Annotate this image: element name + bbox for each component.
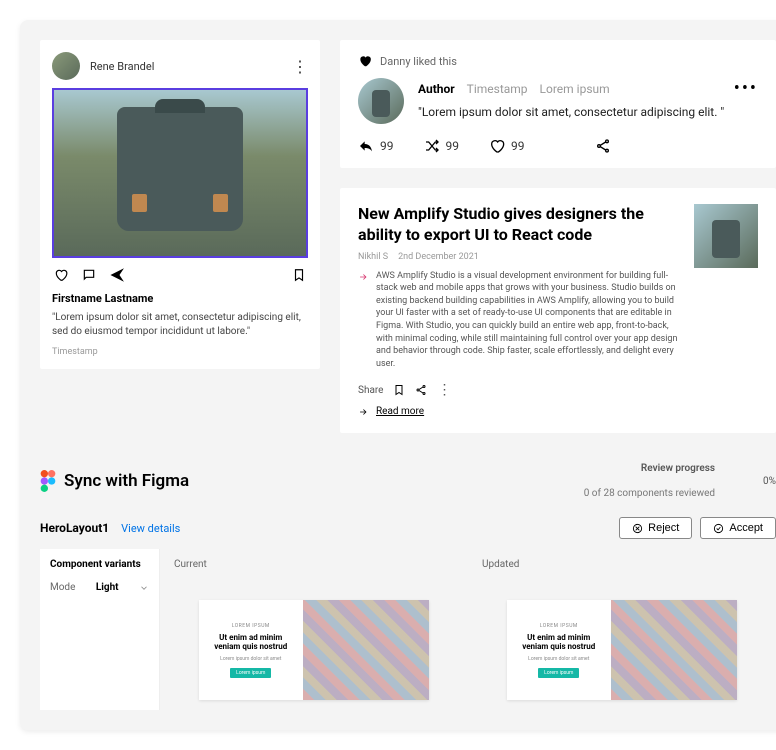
read-more-link[interactable]: Read more bbox=[358, 406, 758, 417]
preview-eyebrow: LOREM IPSUM bbox=[207, 623, 295, 629]
figma-icon bbox=[40, 470, 56, 492]
view-details-link[interactable]: View details bbox=[121, 522, 180, 535]
current-label: Current bbox=[174, 559, 454, 570]
reply-icon bbox=[358, 138, 374, 154]
arrow-right-icon bbox=[358, 272, 368, 282]
accept-button[interactable]: Accept bbox=[700, 517, 776, 539]
preview-cta: Lorem ipsum bbox=[230, 668, 271, 678]
post-author: Rene Brandel bbox=[90, 60, 154, 73]
post-image[interactable] bbox=[52, 88, 308, 258]
post-timestamp: Timestamp bbox=[52, 347, 308, 357]
article-thumbnail[interactable] bbox=[694, 204, 758, 268]
reject-button[interactable]: Reject bbox=[619, 517, 692, 539]
current-preview: Current LOREM IPSUM Ut enim ad minim ven… bbox=[160, 549, 468, 710]
post-name: Firstname Lastname bbox=[52, 292, 308, 305]
heart-icon bbox=[489, 138, 505, 154]
variant-mode-label: Mode bbox=[50, 582, 75, 593]
updated-label: Updated bbox=[482, 559, 762, 570]
updated-preview: Updated LOREM IPSUM Ut enim ad minim ven… bbox=[468, 549, 776, 710]
more-icon[interactable]: ••• bbox=[734, 78, 758, 99]
liked-by-text: Danny liked this bbox=[380, 55, 457, 68]
variants-panel: Component variants Mode Light bbox=[40, 549, 160, 710]
preview-image bbox=[611, 600, 738, 700]
post-body: "Lorem ipsum dolor sit amet, consectetur… bbox=[52, 311, 308, 339]
review-count: 0 of 28 components reviewed bbox=[584, 488, 715, 499]
sync-title: Sync with Figma bbox=[64, 471, 189, 491]
preview-cta: Lorem ipsum bbox=[538, 668, 579, 678]
component-name: HeroLayout1 bbox=[40, 521, 109, 535]
review-progress-label: Review progress bbox=[584, 463, 715, 474]
preview-image bbox=[303, 600, 430, 700]
arrow-right-icon bbox=[358, 407, 368, 417]
like-button[interactable]: 99 bbox=[489, 138, 525, 154]
preview-sub: Lorem ipsum dolor sit amet bbox=[515, 656, 603, 662]
more-icon[interactable]: ⋮ bbox=[437, 382, 451, 398]
preview-heading: Ut enim ad minim veniam quis nostrud bbox=[515, 633, 603, 652]
comment-text: "Lorem ipsum dolor sit amet, consectetur… bbox=[418, 105, 758, 119]
article-card: New Amplify Studio gives designers the a… bbox=[340, 188, 776, 433]
preview-eyebrow: LOREM IPSUM bbox=[515, 623, 603, 629]
shuffle-button[interactable]: 99 bbox=[424, 138, 460, 154]
chevron-down-icon bbox=[139, 583, 149, 593]
article-body: AWS Amplify Studio is a visual developme… bbox=[376, 270, 680, 371]
social-post-card: Rene Brandel ⋮ Firstname Lastname "Lorem… bbox=[40, 40, 320, 369]
bookmark-icon[interactable] bbox=[393, 384, 405, 396]
accept-icon bbox=[713, 523, 724, 534]
avatar[interactable] bbox=[52, 52, 80, 80]
comment-extra: Lorem ipsum bbox=[540, 82, 610, 96]
article-title: New Amplify Studio gives designers the a… bbox=[358, 204, 680, 246]
shuffle-icon bbox=[424, 138, 440, 154]
comment-card: Danny liked this Author Timestamp Lorem … bbox=[340, 40, 776, 168]
comment-author: Author bbox=[418, 82, 455, 96]
variant-mode-row[interactable]: Mode Light bbox=[50, 582, 149, 593]
accept-label: Accept bbox=[729, 522, 763, 534]
review-percent: 0% bbox=[763, 476, 776, 487]
shuffle-count: 99 bbox=[446, 139, 460, 153]
more-icon[interactable]: ⋮ bbox=[292, 57, 308, 76]
like-count: 99 bbox=[511, 139, 525, 153]
read-more-text: Read more bbox=[376, 406, 424, 417]
share-icon[interactable] bbox=[415, 384, 427, 396]
article-date: 2nd December 2021 bbox=[398, 252, 479, 262]
share-label: Share bbox=[358, 385, 383, 396]
article-author: Nikhil S bbox=[358, 252, 388, 262]
heart-icon[interactable] bbox=[54, 268, 68, 282]
variant-mode-value: Light bbox=[96, 582, 119, 593]
sync-section: Sync with Figma Review progress 0 of 28 … bbox=[40, 463, 776, 710]
share-icon[interactable] bbox=[595, 138, 611, 154]
reply-button[interactable]: 99 bbox=[358, 138, 394, 154]
heart-icon bbox=[358, 54, 372, 68]
reject-icon bbox=[632, 523, 643, 534]
send-icon[interactable] bbox=[110, 268, 124, 282]
avatar[interactable] bbox=[358, 78, 404, 124]
comment-icon[interactable] bbox=[82, 268, 96, 282]
preview-heading: Ut enim ad minim veniam quis nostrud bbox=[207, 633, 295, 652]
preview-sub: Lorem ipsum dolor sit amet bbox=[207, 656, 295, 662]
reply-count: 99 bbox=[380, 139, 394, 153]
variants-title: Component variants bbox=[50, 559, 149, 570]
bookmark-icon[interactable] bbox=[292, 268, 306, 282]
reject-label: Reject bbox=[648, 522, 679, 534]
comment-timestamp: Timestamp bbox=[467, 82, 528, 96]
